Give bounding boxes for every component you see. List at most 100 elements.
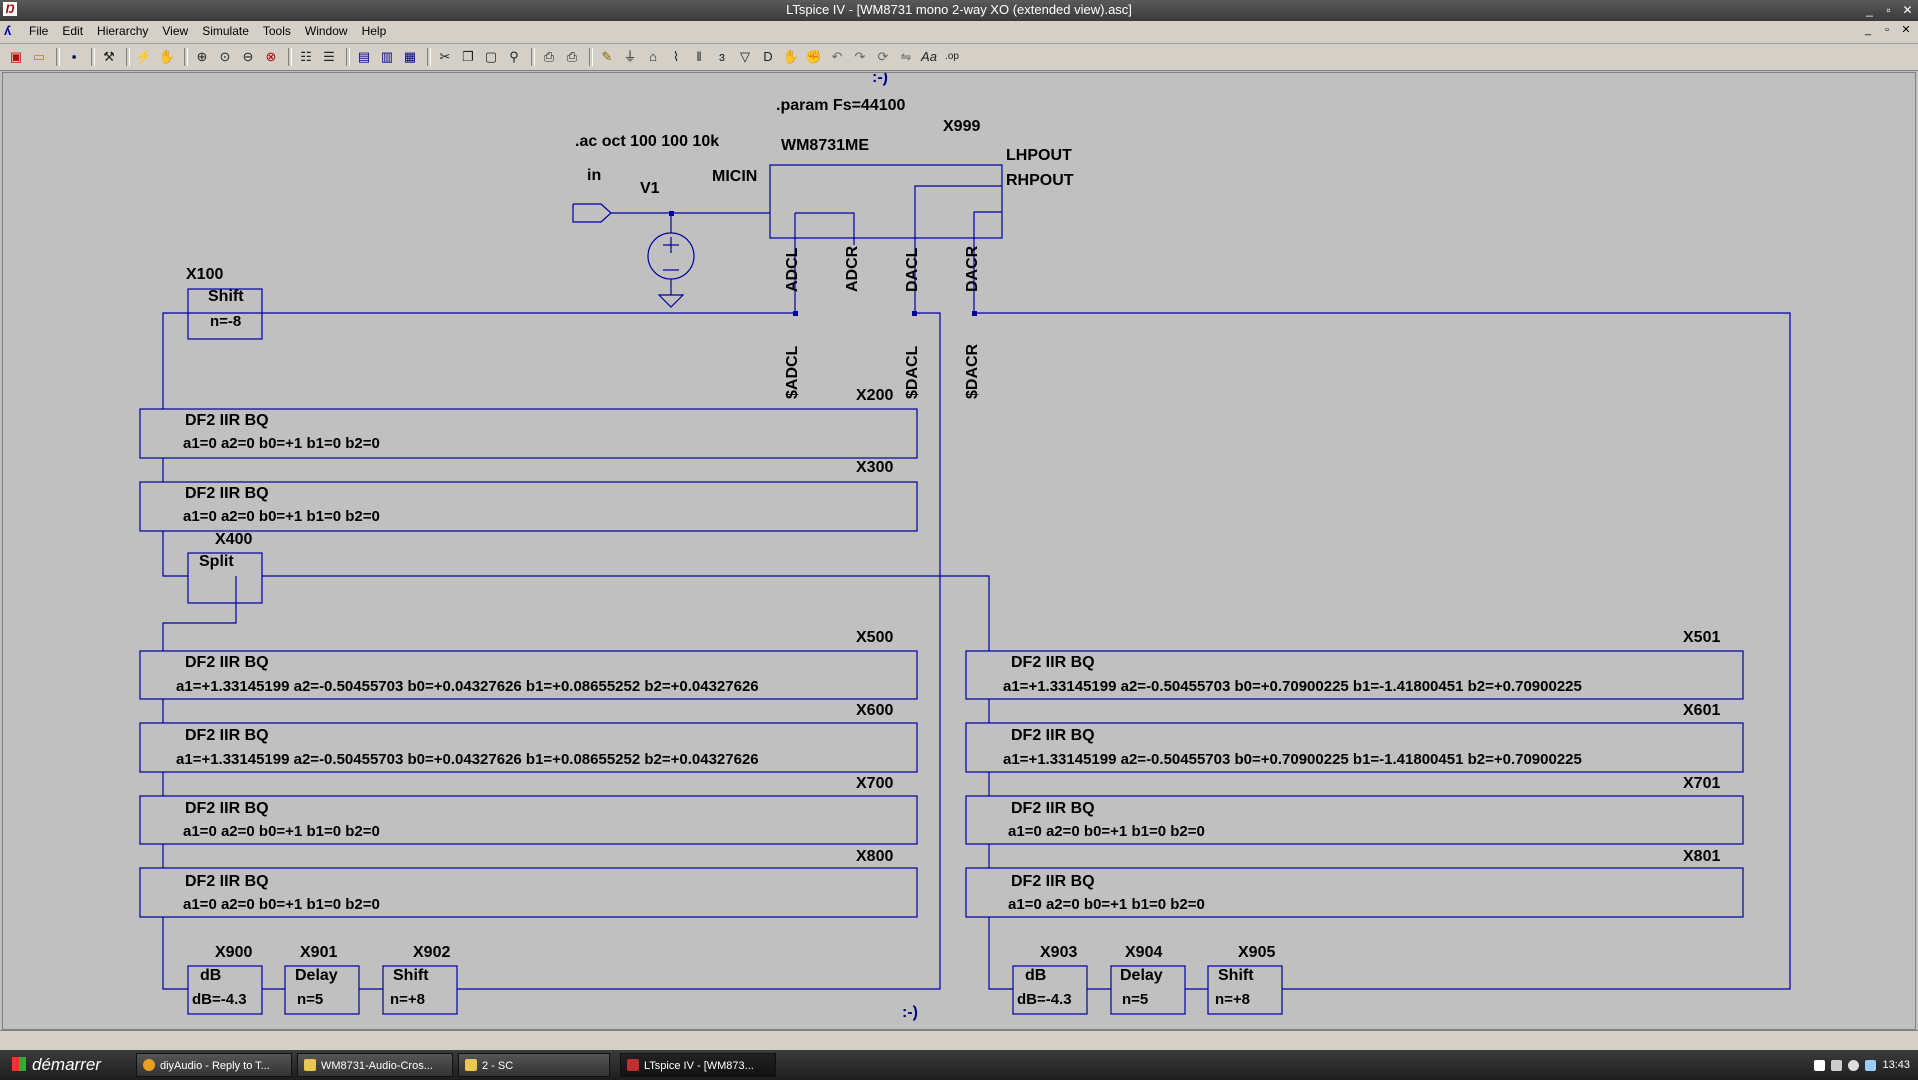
param-directive[interactable]: .param Fs=44100: [776, 97, 905, 115]
paste-icon[interactable]: ▢: [481, 47, 501, 67]
x905-ref: X905: [1238, 944, 1276, 961]
usb-tray-icon[interactable]: [1831, 1059, 1843, 1071]
redo-icon[interactable]: ↷: [850, 47, 870, 67]
tile-horizontal-icon[interactable]: ▤: [354, 47, 374, 67]
zoom-in-icon[interactable]: ⊕: [192, 47, 212, 67]
diode-icon[interactable]: ▽: [735, 47, 755, 67]
mdi-close-button[interactable]: ✕: [1898, 23, 1914, 38]
document-icon[interactable]: ʎ: [4, 23, 11, 38]
menu-file[interactable]: File: [22, 24, 55, 38]
ground-icon[interactable]: ⏚: [620, 47, 640, 67]
in-port-label: in: [587, 167, 602, 184]
windows-logo-icon: [12, 1057, 26, 1071]
menu-window[interactable]: Window: [298, 24, 355, 38]
component-icon[interactable]: D: [758, 47, 778, 67]
task-ltspice[interactable]: LTspice IV - [WM873...: [620, 1053, 776, 1077]
dacr-pin-label: DACR: [964, 245, 981, 292]
task-2-sc[interactable]: 2 - SC: [458, 1053, 610, 1077]
minimize-button[interactable]: _: [1861, 2, 1878, 18]
halt-icon[interactable]: ✋: [157, 47, 177, 67]
capacitor-icon[interactable]: ‖: [689, 47, 709, 67]
folder-icon: [465, 1059, 477, 1071]
draw-wire-icon[interactable]: ✎: [597, 47, 617, 67]
open-icon[interactable]: ▭: [29, 47, 49, 67]
x801-ref: X801: [1683, 848, 1721, 865]
print-preview-icon[interactable]: ⎙: [539, 47, 559, 67]
autorange-icon[interactable]: ☷: [296, 47, 316, 67]
text-icon[interactable]: Aa: [919, 47, 939, 67]
adcr-pin-label: ADCR: [844, 245, 861, 292]
mdi-restore-button[interactable]: ▫: [1879, 23, 1895, 38]
menu-help[interactable]: Help: [355, 24, 394, 38]
ground-symbol: [657, 294, 685, 308]
x200-param: a1=0 a2=0 b0=+1 b1=0 b2=0: [183, 435, 380, 452]
zoom-area-icon[interactable]: ⊙: [215, 47, 235, 67]
x300-name: DF2 IIR BQ: [185, 485, 269, 502]
menu-tools[interactable]: Tools: [256, 24, 298, 38]
save-icon[interactable]: ▪: [64, 47, 84, 67]
ac-directive[interactable]: .ac oct 100 100 10k: [575, 133, 719, 151]
ltspice-icon: [627, 1059, 639, 1071]
x903-param: dB=-4.3: [1017, 991, 1072, 1008]
menu-view[interactable]: View: [155, 24, 195, 38]
move-icon[interactable]: ✋: [781, 47, 801, 67]
toolbar: ▣ ▭ ▪ ⚒ ⚡ ✋ ⊕ ⊙ ⊖ ⊗ ☷ ☰ ▤ ▥ ▦ ✂ ❐ ▢ ⚲ ⎙ …: [0, 44, 1918, 71]
measure-icon[interactable]: ☰: [319, 47, 339, 67]
mdi-minimize-button[interactable]: _: [1860, 23, 1876, 38]
cascade-icon[interactable]: ▦: [400, 47, 420, 67]
x800-name: DF2 IIR BQ: [185, 873, 269, 890]
x700-param: a1=0 a2=0 b0=+1 b1=0 b2=0: [183, 823, 380, 840]
zoom-fit-icon[interactable]: ⊗: [261, 47, 281, 67]
rotate-icon[interactable]: ⟳: [873, 47, 893, 67]
x700-name: DF2 IIR BQ: [185, 800, 269, 817]
find-icon[interactable]: ⚲: [504, 47, 524, 67]
network-tray-icon[interactable]: [1865, 1059, 1877, 1071]
schematic-canvas[interactable]: :-) .param Fs=44100 .ac oct 100 100 10k …: [2, 72, 1916, 1030]
x901-name: Delay: [295, 967, 338, 984]
drag-icon[interactable]: ✊: [804, 47, 824, 67]
resistor-icon[interactable]: ⌇: [666, 47, 686, 67]
restore-button[interactable]: ▫: [1880, 2, 1897, 18]
run-icon[interactable]: ⚡: [134, 47, 154, 67]
spice-directive-icon[interactable]: .op: [942, 47, 962, 67]
x501-name: DF2 IIR BQ: [1011, 654, 1095, 671]
x902-param: n=+8: [390, 991, 426, 1008]
adcl-net-label: $ADCL: [784, 345, 801, 399]
x200-ref: X200: [856, 387, 894, 404]
undo-icon[interactable]: ↶: [827, 47, 847, 67]
menu-simulate[interactable]: Simulate: [195, 24, 256, 38]
help-tray-icon[interactable]: [1814, 1059, 1826, 1071]
adcl-pin-label: ADCL: [784, 247, 801, 292]
new-schematic-icon[interactable]: ▣: [6, 47, 26, 67]
smiley-bottom: :-): [902, 1004, 918, 1021]
status-bar: [0, 1030, 1918, 1051]
x901-ref: X901: [300, 944, 338, 961]
control-panel-icon[interactable]: ⚒: [99, 47, 119, 67]
x701-ref: X701: [1683, 775, 1721, 792]
menu-edit[interactable]: Edit: [55, 24, 90, 38]
volume-tray-icon[interactable]: [1848, 1059, 1860, 1071]
x200-name: DF2 IIR BQ: [185, 412, 269, 429]
task-diyaudio[interactable]: diyAudio - Reply to T...: [136, 1053, 292, 1077]
task-wm8731-folder[interactable]: WM8731-Audio-Cros...: [297, 1053, 453, 1077]
close-button[interactable]: ✕: [1899, 2, 1916, 18]
label-net-icon[interactable]: ⌂: [643, 47, 663, 67]
dacl-net-label: $DACL: [904, 345, 921, 399]
start-button[interactable]: démarrer: [0, 1052, 118, 1078]
clock: 13:43: [1882, 1059, 1910, 1071]
zoom-out-icon[interactable]: ⊖: [238, 47, 258, 67]
codec-ref: X999: [943, 118, 981, 135]
menu-hierarchy[interactable]: Hierarchy: [90, 24, 155, 38]
mirror-icon[interactable]: ⇋: [896, 47, 916, 67]
x500-name: DF2 IIR BQ: [185, 654, 269, 671]
tile-vertical-icon[interactable]: ▥: [377, 47, 397, 67]
print-icon[interactable]: ⎙: [562, 47, 582, 67]
x900-name: dB: [200, 967, 222, 984]
copy-icon[interactable]: ❐: [458, 47, 478, 67]
cut-icon[interactable]: ✂: [435, 47, 455, 67]
rhpout-pin-label: RHPOUT: [1006, 172, 1074, 189]
x905-param: n=+8: [1215, 991, 1251, 1008]
codec-box: [769, 164, 1003, 239]
inductor-icon[interactable]: ɜ: [712, 47, 732, 67]
x600-param: a1=+1.33145199 a2=-0.50455703 b0=+0.0432…: [176, 751, 759, 768]
